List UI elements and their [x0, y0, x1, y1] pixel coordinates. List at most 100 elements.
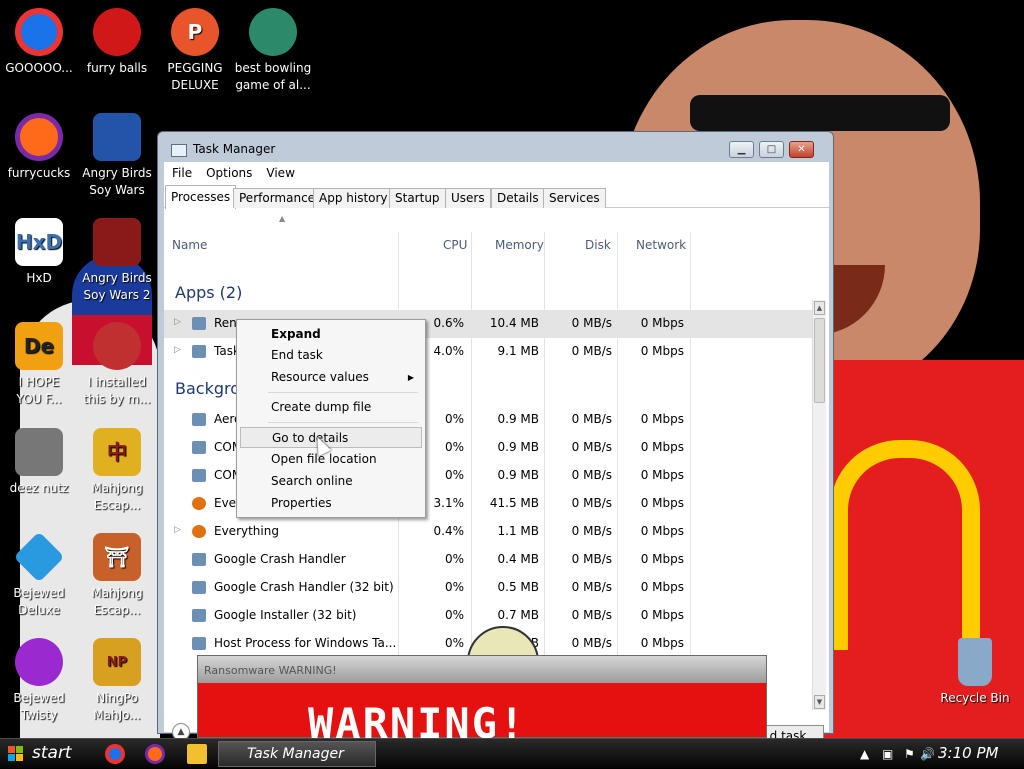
- process-icon: [192, 609, 206, 622]
- angry-birds-icon: [93, 113, 141, 161]
- peggle-icon: P: [171, 8, 219, 56]
- desktop-icon-ningpo-mahjong[interactable]: NP NingPo MahJo...: [72, 638, 162, 724]
- desktop-icon-bowling[interactable]: best bowling game of al...: [228, 8, 318, 94]
- process-icon: [192, 413, 206, 426]
- scroll-up-icon[interactable]: ▲: [814, 301, 825, 315]
- taskbar-task-label: Task Manager: [247, 746, 344, 762]
- tab-bar: Processes Performance App history Startu…: [164, 184, 829, 209]
- menu-item-search-online[interactable]: Search online: [240, 471, 422, 492]
- vertical-scrollbar[interactable]: ▲ ▼: [812, 300, 826, 710]
- wallpaper-glasses: [690, 95, 950, 131]
- twisty-gem-icon: [15, 638, 63, 686]
- start-button[interactable]: start: [0, 739, 92, 769]
- menu-item-expand[interactable]: Expand: [240, 324, 422, 345]
- menu-item-end-task[interactable]: End task: [240, 345, 422, 366]
- menu-separator: [268, 422, 418, 423]
- tab-startup[interactable]: Startup: [389, 188, 446, 208]
- sort-arrow-icon: ▲: [279, 214, 286, 223]
- desktop-icon-furry-balls[interactable]: furry balls: [72, 8, 162, 77]
- submenu-arrow-icon: ▶: [407, 373, 414, 382]
- process-row[interactable]: Google Installer (32 bit) 0% 0.7 MB 0 MB…: [164, 602, 814, 630]
- gem-icon: [13, 531, 65, 583]
- tab-performance[interactable]: Performance: [233, 188, 322, 208]
- process-icon: [192, 553, 206, 566]
- expand-arrow-icon[interactable]: ▷: [174, 345, 181, 355]
- flag-notification-icon[interactable]: ⚑: [904, 747, 915, 761]
- column-disk[interactable]: Disk: [585, 238, 611, 252]
- tab-app-history[interactable]: App history: [313, 188, 394, 208]
- menu-file[interactable]: File: [172, 166, 192, 180]
- menu-item-resource-values[interactable]: Resource values ▶: [240, 367, 422, 388]
- desktop-icon-pegging-deluxe[interactable]: P PEGGING DELUXE: [150, 8, 240, 94]
- menu-view[interactable]: View: [266, 166, 294, 180]
- desktop-icon-i-installed[interactable]: I installed this by m...: [72, 322, 162, 408]
- expand-arrow-icon[interactable]: ▷: [174, 525, 181, 535]
- taskbar: start Task Manager ▲ ▣ ⚑ 🔊 3:10 PM: [0, 738, 1024, 768]
- recycle-bin-icon: [958, 638, 992, 686]
- app-icon: [192, 317, 206, 330]
- desktop-icon-mahjong-escape-2[interactable]: ⛩ Mahjong Escap...: [72, 533, 162, 619]
- scroll-thumb[interactable]: [814, 318, 825, 403]
- angry-birds-2-icon: [93, 218, 141, 266]
- wallpaper-logo: [830, 440, 980, 650]
- firefox-icon: [15, 113, 63, 161]
- task-manager-icon: [192, 345, 206, 358]
- menu-item-label: Resource values: [271, 370, 369, 384]
- warning-title-bar[interactable]: Ransomware WARNING!: [198, 656, 766, 683]
- menu-options[interactable]: Options: [206, 166, 252, 180]
- group-apps: Apps (2): [175, 283, 243, 302]
- column-memory[interactable]: Memory: [495, 238, 544, 252]
- cartoon-icon: [93, 322, 141, 370]
- process-icon: [192, 637, 206, 650]
- taskbar-task-manager[interactable]: Task Manager: [218, 741, 376, 767]
- warning-window[interactable]: Ransomware WARNING! WARNING!: [197, 655, 767, 745]
- task-manager-icon: [171, 144, 187, 157]
- start-label: start: [32, 743, 72, 763]
- tray-expand-icon[interactable]: ▲: [860, 747, 869, 761]
- process-icon: [192, 441, 206, 454]
- process-icon: [192, 469, 206, 482]
- menu-separator: [268, 392, 418, 393]
- process-row[interactable]: Google Crash Handler (32 bit) 0% 0.5 MB …: [164, 574, 814, 602]
- menu-item-open-file-location[interactable]: Open file location: [240, 449, 422, 470]
- file-explorer-taskbar-icon[interactable]: [187, 744, 207, 764]
- tab-details[interactable]: Details: [491, 188, 545, 208]
- title-bar[interactable]: Task Manager ▁ □ ✕: [158, 132, 833, 166]
- tab-processes[interactable]: Processes: [165, 185, 237, 209]
- minimize-button[interactable]: ▁: [729, 141, 754, 158]
- volume-icon[interactable]: 🔊: [920, 747, 935, 761]
- desktop-icon-angry-birds[interactable]: Angry Birds Soy Wars: [72, 113, 162, 199]
- maximize-button[interactable]: □: [759, 141, 784, 158]
- process-row[interactable]: ▷ Everything 0.4% 1.1 MB 0 MB/s 0 Mbps: [164, 518, 814, 546]
- clock[interactable]: 3:10 PM: [938, 744, 998, 762]
- tab-users[interactable]: Users: [445, 188, 491, 208]
- desktop-icon-mahjong-escape[interactable]: 中 Mahjong Escap...: [72, 428, 162, 514]
- menu-bar: File Options View: [164, 162, 829, 184]
- search-icon: [192, 525, 206, 538]
- scroll-down-icon[interactable]: ▼: [814, 695, 825, 709]
- chrome-taskbar-icon[interactable]: [105, 744, 125, 764]
- search-icon: [192, 497, 206, 510]
- close-button[interactable]: ✕: [789, 141, 814, 158]
- windows-stack-icon: [15, 428, 63, 476]
- context-menu: Expand End task Resource values ▶ Create…: [236, 319, 426, 518]
- furry-ball-icon: [93, 8, 141, 56]
- column-network[interactable]: Network: [636, 238, 686, 252]
- firefox-taskbar-icon[interactable]: [145, 744, 165, 764]
- network-icon[interactable]: ▣: [882, 747, 893, 761]
- mahjong-icon: 中: [93, 428, 141, 476]
- desktop-icon-angry-birds-2[interactable]: Angry Birds Soy Wars 2: [72, 218, 162, 304]
- process-row[interactable]: Google Crash Handler 0% 0.4 MB 0 MB/s 0 …: [164, 546, 814, 574]
- process-icon: [192, 581, 206, 594]
- column-cpu[interactable]: CPU: [443, 238, 467, 252]
- torii-icon: ⛩: [93, 533, 141, 581]
- menu-item-create-dump-file[interactable]: Create dump file: [240, 397, 422, 418]
- expand-arrow-icon[interactable]: ▷: [174, 317, 181, 327]
- chrome-icon: [15, 8, 63, 56]
- menu-item-properties[interactable]: Properties: [240, 493, 422, 514]
- menu-item-go-to-details[interactable]: Go to details: [240, 427, 422, 448]
- desktop-icon-recycle-bin[interactable]: Recycle Bin: [930, 638, 1020, 707]
- column-name[interactable]: Name: [172, 238, 207, 252]
- tab-services[interactable]: Services: [543, 188, 606, 208]
- column-headers: ▲ Name CPU Memory Disk Network: [164, 208, 829, 258]
